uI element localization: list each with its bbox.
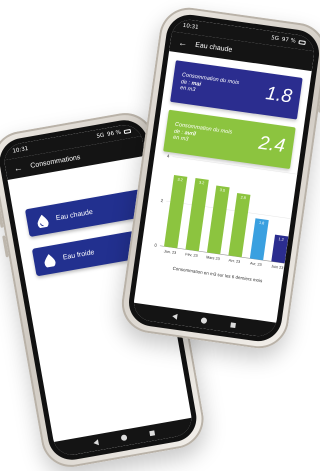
x-tick-label: Avr. 23 xyxy=(250,261,262,267)
back-arrow-icon[interactable]: ← xyxy=(13,162,24,173)
phone-bezel: 10:31 5G 97 % ← Eau chaude Consommation … xyxy=(125,11,320,345)
current-month-card: Consommation du mois de : mai en m3 1.8 xyxy=(170,60,303,120)
card-label-unit: en m3 xyxy=(172,134,189,144)
eau-chaude-button[interactable]: Eau chaude xyxy=(24,189,145,238)
nav-back-icon[interactable] xyxy=(93,439,100,447)
water-drop-hot-icon xyxy=(37,214,49,228)
back-arrow-icon[interactable]: ← xyxy=(178,37,188,48)
card-value: 2.4 xyxy=(257,132,287,158)
battery-label: 97 % xyxy=(281,36,297,45)
system-nav-bar xyxy=(131,302,277,339)
status-icons: 5G 97 % xyxy=(271,35,306,46)
status-time: 10:31 xyxy=(12,146,29,155)
status-time: 10:31 xyxy=(182,22,199,31)
chart-bar xyxy=(228,192,251,258)
card-label: Consommation du mois de : mai en m3 xyxy=(179,72,243,101)
chart-bar xyxy=(206,185,230,255)
bar-value-label: 3.2 xyxy=(199,181,205,186)
menu-item-label: Eau froide xyxy=(62,248,95,262)
consumption-chart: 0 2 4 3.2 Jan. 23 3.2 Fév. 23 3.0 Mars 23 2.8 Avr.… xyxy=(143,147,309,289)
water-drop-cold-icon xyxy=(44,253,56,268)
bar-value-label: 1.2 xyxy=(278,237,284,242)
stage: 10:31 5G 96 % ← Consommations Eau chaude… xyxy=(0,0,320,471)
card-label-prefix: Consommation du mois de : xyxy=(180,71,240,86)
battery-icon xyxy=(123,128,132,135)
y-tick-label: 2 xyxy=(160,198,164,203)
x-tick-label: Fév. 23 xyxy=(185,252,198,258)
phone-eau-chaude: 10:31 5G 97 % ← Eau chaude Consommation … xyxy=(117,3,320,353)
y-tick-label: 4 xyxy=(167,153,171,158)
gridline xyxy=(166,200,295,220)
x-tick-label: Mars 23 xyxy=(206,255,220,261)
phone-side-button xyxy=(0,205,4,228)
nav-home-icon[interactable] xyxy=(120,434,128,442)
x-tick-label: Juin 23 xyxy=(271,264,284,270)
card-label-prefix: Consommation du mois de : xyxy=(173,121,233,136)
y-tick-label: 0 xyxy=(154,243,158,248)
card-label: Consommation du mois de : avril en m3 xyxy=(173,121,237,150)
bar-value-label: 3.0 xyxy=(220,188,226,193)
chart-bar xyxy=(185,178,209,252)
bar-value-label: 2.8 xyxy=(240,196,246,201)
battery-icon xyxy=(298,40,306,46)
app-title: Consommations xyxy=(29,153,81,170)
app-title: Eau chaude xyxy=(194,41,233,54)
x-axis-line xyxy=(159,245,289,265)
system-nav-bar xyxy=(53,417,195,458)
card-value: 1.8 xyxy=(264,83,294,108)
nav-recent-icon[interactable] xyxy=(148,429,155,436)
bar-value-label: 3.2 xyxy=(177,178,183,183)
bar-chart-svg: 0 2 4 3.2 Jan. 23 3.2 Fév. 23 3.0 Mars 23 2.8 Avr.… xyxy=(154,153,302,270)
battery-label: 96 % xyxy=(106,129,122,138)
nav-back-icon[interactable] xyxy=(171,313,178,320)
x-tick-label: Avr. 23 xyxy=(228,258,240,264)
x-tick-label: Jan. 23 xyxy=(164,249,177,255)
screen-eau-chaude: 10:31 5G 97 % ← Eau chaude Consommation … xyxy=(131,17,317,339)
signal-label: 5G xyxy=(270,35,280,43)
nav-home-icon[interactable] xyxy=(200,317,208,324)
bar-value-label: 1.8 xyxy=(259,221,265,226)
chart-bar xyxy=(164,175,188,249)
signal-label: 5G xyxy=(96,132,105,140)
menu-item-label: Eau chaude xyxy=(55,208,94,222)
phone-side-button xyxy=(2,235,9,258)
nav-recent-icon[interactable] xyxy=(230,321,236,328)
card-label-unit: en m3 xyxy=(179,85,196,94)
